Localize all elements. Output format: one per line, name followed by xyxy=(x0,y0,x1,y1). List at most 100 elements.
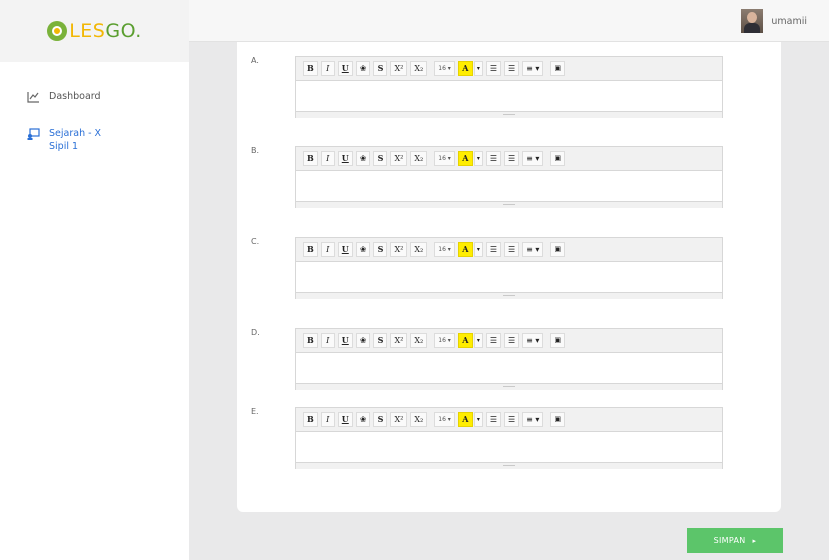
color-caret-icon[interactable]: ▾ xyxy=(473,412,483,427)
font-size-dropdown[interactable]: 16 ▾ xyxy=(434,61,455,76)
superscript-button[interactable]: X² xyxy=(390,151,408,166)
resize-handle[interactable] xyxy=(296,292,722,299)
color-caret-icon[interactable]: ▾ xyxy=(473,61,483,76)
editor-input[interactable] xyxy=(296,81,722,111)
subscript-button[interactable]: X₂ xyxy=(410,61,428,76)
italic-button[interactable]: I xyxy=(320,333,335,348)
bold-button[interactable]: B xyxy=(303,242,318,257)
subscript-button[interactable]: X₂ xyxy=(410,242,428,257)
rich-text-editor: B I U ❀ S X² X₂ 16 ▾ A ▾ ☰ ☰ ≡ ▾ ▣ xyxy=(295,56,723,118)
eraser-icon[interactable]: ❀ xyxy=(355,61,371,76)
eraser-icon[interactable]: ❀ xyxy=(355,242,371,257)
strikethrough-button[interactable]: S xyxy=(373,412,388,427)
ordered-list-icon[interactable]: ☰ xyxy=(504,412,520,427)
underline-button[interactable]: U xyxy=(337,412,353,427)
strikethrough-button[interactable]: S xyxy=(373,151,388,166)
font-color-button[interactable]: A xyxy=(457,61,473,76)
resize-handle[interactable] xyxy=(296,383,722,390)
align-dropdown[interactable]: ≡ ▾ xyxy=(522,61,544,76)
align-dropdown[interactable]: ≡ ▾ xyxy=(522,242,544,257)
bold-button[interactable]: B xyxy=(303,333,318,348)
option-label: A. xyxy=(251,56,259,65)
subscript-button[interactable]: X₂ xyxy=(410,412,428,427)
align-dropdown[interactable]: ≡ ▾ xyxy=(522,151,544,166)
sidebar-item-class[interactable]: Sejarah - X Sipil 1 xyxy=(0,121,189,159)
sidebar-item-dashboard[interactable]: Dashboard xyxy=(0,84,189,109)
editor-toolbar: B I U ❀ S X² X₂ 16 ▾ A ▾ ☰ ☰ ≡ ▾ ▣ xyxy=(296,408,722,432)
unordered-list-icon[interactable]: ☰ xyxy=(485,61,501,76)
editor-input[interactable] xyxy=(296,171,722,201)
image-icon[interactable]: ▣ xyxy=(550,151,566,166)
resize-handle[interactable] xyxy=(296,111,722,118)
font-color-button[interactable]: A xyxy=(457,412,473,427)
user-menu[interactable]: umamii xyxy=(741,9,807,33)
topbar: umamii xyxy=(189,0,829,42)
submit-button[interactable]: SIMPAN ▸ xyxy=(687,528,783,553)
subscript-button[interactable]: X₂ xyxy=(410,151,428,166)
strikethrough-button[interactable]: S xyxy=(373,242,388,257)
class-icon xyxy=(27,128,40,140)
rich-text-editor: B I U ❀ S X² X₂ 16 ▾ A ▾ ☰ ☰ ≡ ▾ ▣ xyxy=(295,328,723,390)
option-label: B. xyxy=(251,146,260,155)
ordered-list-icon[interactable]: ☰ xyxy=(504,333,520,348)
color-caret-icon[interactable]: ▾ xyxy=(473,242,483,257)
question-card: A. B I U ❀ S X² X₂ 16 ▾ A ▾ ☰ ☰ ≡ ▾ ▣ B.… xyxy=(237,42,781,512)
font-color-button[interactable]: A xyxy=(457,242,473,257)
image-icon[interactable]: ▣ xyxy=(550,61,566,76)
underline-button[interactable]: U xyxy=(337,333,353,348)
eraser-icon[interactable]: ❀ xyxy=(355,412,371,427)
color-caret-icon[interactable]: ▾ xyxy=(473,333,483,348)
font-size-dropdown[interactable]: 16 ▾ xyxy=(434,412,455,427)
option-label: C. xyxy=(251,237,260,246)
superscript-button[interactable]: X² xyxy=(390,333,408,348)
image-icon[interactable]: ▣ xyxy=(550,412,566,427)
superscript-button[interactable]: X² xyxy=(390,412,408,427)
resize-handle[interactable] xyxy=(296,462,722,469)
editor-input[interactable] xyxy=(296,262,722,292)
strikethrough-button[interactable]: S xyxy=(373,333,388,348)
image-icon[interactable]: ▣ xyxy=(550,242,566,257)
bold-button[interactable]: B xyxy=(303,61,318,76)
avatar[interactable] xyxy=(741,9,764,33)
bold-button[interactable]: B xyxy=(303,412,318,427)
font-size-dropdown[interactable]: 16 ▾ xyxy=(434,151,455,166)
logo-icon xyxy=(47,21,68,41)
unordered-list-icon[interactable]: ☰ xyxy=(485,151,501,166)
underline-button[interactable]: U xyxy=(337,61,353,76)
align-dropdown[interactable]: ≡ ▾ xyxy=(522,333,544,348)
brand[interactable]: LESGO. xyxy=(0,0,189,62)
color-caret-icon[interactable]: ▾ xyxy=(473,151,483,166)
italic-button[interactable]: I xyxy=(320,61,335,76)
unordered-list-icon[interactable]: ☰ xyxy=(485,333,501,348)
sidebar-nav: Dashboard Sejarah - X Sipil 1 xyxy=(0,62,189,159)
ordered-list-icon[interactable]: ☰ xyxy=(504,151,520,166)
strikethrough-button[interactable]: S xyxy=(373,61,388,76)
editor-input[interactable] xyxy=(296,432,722,462)
font-size-dropdown[interactable]: 16 ▾ xyxy=(434,333,455,348)
resize-handle[interactable] xyxy=(296,201,722,208)
subscript-button[interactable]: X₂ xyxy=(410,333,428,348)
unordered-list-icon[interactable]: ☰ xyxy=(485,412,501,427)
italic-button[interactable]: I xyxy=(320,242,335,257)
font-color-button[interactable]: A xyxy=(457,333,473,348)
eraser-icon[interactable]: ❀ xyxy=(355,151,371,166)
font-size-dropdown[interactable]: 16 ▾ xyxy=(434,242,455,257)
underline-button[interactable]: U xyxy=(337,151,353,166)
font-color-button[interactable]: A xyxy=(457,151,473,166)
ordered-list-icon[interactable]: ☰ xyxy=(504,242,520,257)
unordered-list-icon[interactable]: ☰ xyxy=(485,242,501,257)
rich-text-editor: B I U ❀ S X² X₂ 16 ▾ A ▾ ☰ ☰ ≡ ▾ ▣ xyxy=(295,237,723,299)
superscript-button[interactable]: X² xyxy=(390,242,408,257)
align-dropdown[interactable]: ≡ ▾ xyxy=(522,412,544,427)
image-icon[interactable]: ▣ xyxy=(550,333,566,348)
superscript-button[interactable]: X² xyxy=(390,61,408,76)
ordered-list-icon[interactable]: ☰ xyxy=(504,61,520,76)
bold-button[interactable]: B xyxy=(303,151,318,166)
underline-button[interactable]: U xyxy=(337,242,353,257)
sidebar-item-label: Dashboard xyxy=(49,91,101,102)
italic-button[interactable]: I xyxy=(320,151,335,166)
option-label: E. xyxy=(251,407,259,416)
eraser-icon[interactable]: ❀ xyxy=(355,333,371,348)
italic-button[interactable]: I xyxy=(320,412,335,427)
editor-input[interactable] xyxy=(296,353,722,383)
